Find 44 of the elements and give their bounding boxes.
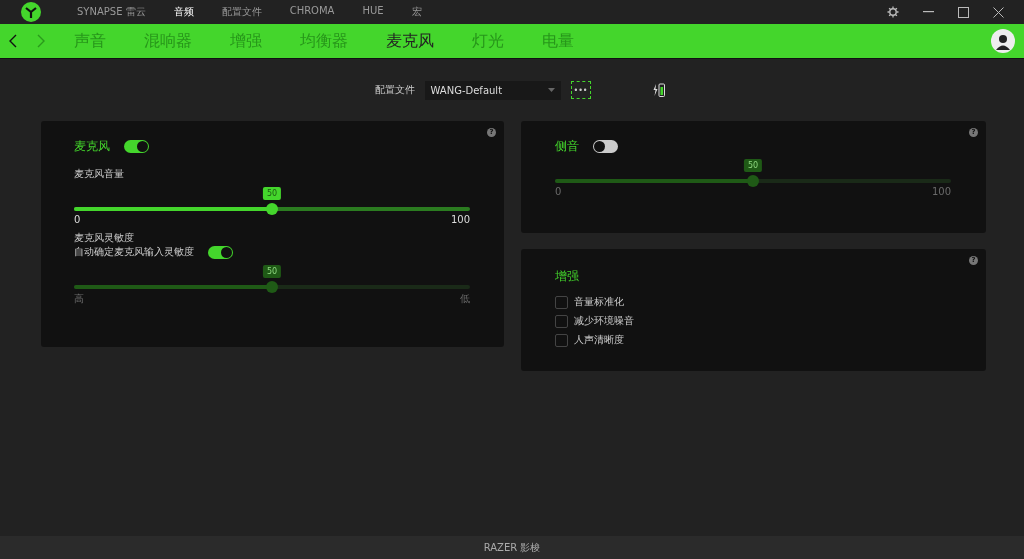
nav-tab[interactable]: 配置文件 bbox=[221, 5, 262, 19]
logo-icon bbox=[21, 2, 41, 22]
close-icon[interactable] bbox=[993, 6, 1004, 18]
status-text[interactable]: RAZER 影梭 bbox=[483, 540, 541, 555]
max-label: 100 bbox=[931, 186, 951, 197]
nav-tab[interactable]: SYNAPSE 雷云 bbox=[77, 5, 146, 19]
min-label: 高 bbox=[74, 292, 84, 306]
profile-label: 配置文件 bbox=[374, 83, 415, 97]
caret-icon bbox=[547, 88, 555, 92]
checkbox-label: 减少环境噪音 bbox=[574, 314, 634, 328]
checkbox-label: 人声清晰度 bbox=[574, 333, 624, 347]
slider-thumb[interactable] bbox=[266, 203, 278, 215]
max-label: 100 bbox=[450, 214, 470, 225]
toggle-switch[interactable] bbox=[124, 139, 149, 153]
nav-tab[interactable]: CHROMA bbox=[289, 5, 335, 19]
slider-label: 麦克风灵敏度 bbox=[74, 231, 135, 245]
value-badge: 50 bbox=[262, 187, 282, 200]
value-badge: 50 bbox=[743, 159, 763, 172]
nav-tab[interactable]: HUE bbox=[362, 5, 384, 19]
more-button[interactable]: ••• bbox=[570, 81, 591, 99]
minimize-icon[interactable] bbox=[923, 11, 934, 13]
min-label: 0 bbox=[74, 214, 81, 225]
checkbox-label: 音量标准化 bbox=[574, 295, 624, 309]
settings-icon[interactable] bbox=[887, 6, 899, 18]
avatar-icon[interactable] bbox=[991, 29, 1015, 53]
checkbox[interactable] bbox=[555, 333, 568, 347]
toggle-switch[interactable] bbox=[593, 139, 618, 153]
profile-dropdown[interactable]: WANG-Default bbox=[424, 80, 561, 100]
nav-tab[interactable]: 宏 bbox=[411, 5, 422, 19]
section-tab[interactable]: 麦克风 bbox=[386, 30, 434, 52]
battery-charging-icon bbox=[652, 83, 665, 97]
nav-tab[interactable]: 音频 bbox=[173, 5, 194, 19]
checkbox[interactable] bbox=[555, 314, 568, 328]
toggle-label: 自动确定麦克风输入灵敏度 bbox=[74, 245, 194, 259]
back-icon[interactable] bbox=[9, 34, 17, 48]
max-label: 低 bbox=[460, 292, 470, 306]
panel-title: 麦克风 bbox=[74, 137, 110, 155]
min-label: 0 bbox=[555, 186, 562, 197]
panel-title: 侧音 bbox=[555, 137, 579, 155]
maximize-icon[interactable] bbox=[958, 6, 969, 18]
panel-title: 增强 bbox=[555, 267, 579, 285]
value-badge: 50 bbox=[262, 265, 282, 278]
slider-label: 麦克风音量 bbox=[74, 167, 125, 181]
checkbox[interactable] bbox=[555, 295, 568, 309]
